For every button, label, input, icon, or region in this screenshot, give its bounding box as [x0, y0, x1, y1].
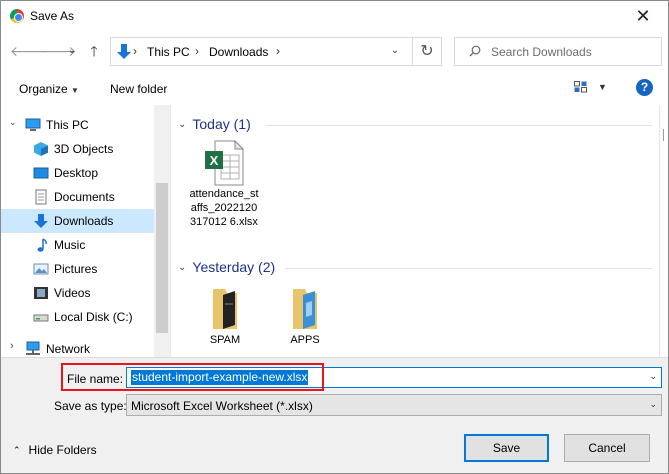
navigation-pane: ⌄ This PC 3D Objects Desktop Documents D…	[1, 105, 171, 357]
cancel-button[interactable]: Cancel	[564, 434, 650, 462]
search-icon	[469, 45, 481, 57]
sidebar-item-downloads[interactable]: Downloads	[1, 209, 154, 233]
chevron-up-icon: ⌃	[13, 445, 21, 455]
drive-icon	[33, 314, 49, 322]
sidebar-item-documents[interactable]: Documents	[1, 185, 154, 209]
save-as-type-label: Save as type:	[54, 399, 127, 413]
folder-item-apps[interactable]: APPS	[270, 285, 340, 347]
search-box[interactable]	[454, 37, 662, 66]
computer-icon	[25, 118, 41, 131]
back-arrow-icon[interactable]: 🡐	[10, 41, 48, 61]
sidebar-item-local-disk[interactable]: Local Disk (C:)	[1, 305, 154, 329]
group-divider	[266, 125, 652, 126]
view-dropdown-caret-icon[interactable]: ▼	[598, 82, 607, 92]
file-name: SPAM	[209, 334, 241, 346]
sidebar-item-pictures[interactable]: Pictures	[1, 257, 154, 281]
breadcrumb-separator[interactable]: ›	[276, 44, 280, 58]
sidebar-item-label: Network	[46, 342, 91, 356]
forward-arrow-icon[interactable]: 🡒	[39, 41, 77, 61]
group-chevron-icon[interactable]: ⌄	[178, 262, 186, 273]
save-as-type-chevron-icon[interactable]: ⌄	[649, 399, 657, 410]
save-as-type-select[interactable]: Microsoft Excel Worksheet (*.xlsx) ⌄	[126, 394, 662, 416]
cube-icon	[34, 142, 48, 156]
sidebar-item-label: Downloads	[54, 214, 114, 228]
file-list: ⌄ Today (1) X attendance_staffs_202212031…	[172, 105, 659, 357]
scrollbar-thumb[interactable]	[156, 183, 168, 333]
svg-text:X: X	[210, 153, 219, 168]
search-input[interactable]	[491, 39, 659, 64]
file-name-dropdown-chevron-icon[interactable]: ⌄	[649, 371, 657, 382]
breadcrumb-separator[interactable]: ›	[195, 44, 199, 58]
sidebar-item-label: This PC	[46, 118, 89, 132]
expand-chevron-icon[interactable]: ›	[10, 340, 14, 352]
collapse-chevron-icon[interactable]: ⌄	[9, 117, 17, 128]
scroll-tick	[663, 129, 664, 141]
sidebar-item-label: Videos	[54, 286, 91, 300]
save-button[interactable]: Save	[464, 434, 549, 462]
save-as-dialog: Save As ✕ 🡐 🡒 ⌄ 🡑 › This PC › Downloads …	[0, 0, 669, 474]
network-icon	[26, 341, 40, 355]
hide-folders-button[interactable]: ⌃ Hide Folders	[13, 443, 97, 457]
file-name: attendance_staffs_2022120317012 6.xlsx	[189, 188, 259, 228]
sidebar-item-label: Pictures	[54, 262, 98, 276]
breadcrumb-downloads[interactable]: Downloads	[209, 45, 268, 59]
sidebar-item-label: 3D Objects	[54, 142, 114, 156]
organize-caret-icon[interactable]: ▼	[71, 86, 79, 95]
organize-button[interactable]: Organize	[19, 82, 68, 96]
sidebar-item-desktop[interactable]: Desktop	[1, 161, 154, 185]
group-title: Yesterday (2)	[192, 259, 276, 275]
view-options-icon[interactable]	[574, 81, 588, 93]
folder-item-spam[interactable]: SPAM	[190, 285, 260, 347]
sidebar-item-music[interactable]: Music	[1, 233, 154, 257]
window-title: Save As	[30, 9, 75, 23]
sidebar-item-this-pc[interactable]: ⌄ This PC	[1, 113, 154, 137]
download-icon	[117, 44, 131, 59]
group-header-today[interactable]: ⌄ Today (1)	[178, 116, 251, 132]
sidebar-item-label: Desktop	[54, 166, 99, 180]
sidebar-item-label: Documents	[54, 190, 115, 204]
group-header-yesterday[interactable]: ⌄ Yesterday (2)	[178, 259, 275, 275]
group-divider	[285, 268, 652, 269]
excel-file-icon: X	[205, 139, 245, 186]
desktop-icon	[33, 167, 49, 179]
new-folder-button[interactable]: New folder	[110, 82, 167, 96]
sidebar-item-label: Local Disk (C:)	[54, 310, 133, 324]
sidebar-item-3d-objects[interactable]: 3D Objects	[1, 137, 154, 161]
recent-locations-chevron-icon[interactable]: ⌄	[62, 41, 82, 61]
save-as-type-value: Microsoft Excel Worksheet (*.xlsx)	[131, 399, 313, 413]
sidebar-item-label: Music	[54, 238, 86, 252]
sidebar-item-network[interactable]: › Network	[1, 337, 154, 357]
chrome-icon	[10, 9, 24, 23]
title-bar: Save As ✕	[1, 1, 668, 32]
sidebar-item-videos[interactable]: Videos	[1, 281, 154, 305]
download-icon	[34, 214, 48, 228]
close-button[interactable]: ✕	[623, 4, 663, 28]
hide-folders-label: Hide Folders	[28, 443, 97, 457]
content-scrollbar[interactable]	[659, 105, 668, 357]
up-arrow-icon[interactable]: 🡑	[84, 41, 104, 61]
help-icon[interactable]: ?	[636, 79, 653, 96]
document-icon	[35, 189, 47, 205]
group-chevron-icon[interactable]: ⌄	[178, 119, 186, 130]
file-item-attendance[interactable]: X attendance_staffs_2022120317012 6.xlsx	[189, 139, 259, 229]
breadcrumb-separator[interactable]: ›	[133, 44, 137, 58]
address-dropdown-chevron-icon[interactable]: ⌄	[386, 41, 404, 61]
folder-icon	[213, 289, 237, 329]
file-name: APPS	[290, 334, 320, 346]
music-icon	[37, 238, 47, 252]
picture-icon	[33, 263, 49, 275]
refresh-icon[interactable]: ↻	[412, 38, 441, 65]
video-icon	[34, 287, 48, 299]
folder-icon	[293, 289, 317, 329]
file-name-highlight	[61, 363, 324, 391]
toolbar: Organize ▼ New folder	[1, 76, 668, 104]
group-title: Today (1)	[192, 116, 251, 132]
breadcrumb-this-pc[interactable]: This PC	[147, 45, 190, 59]
navigation-scrollbar[interactable]	[154, 105, 170, 357]
